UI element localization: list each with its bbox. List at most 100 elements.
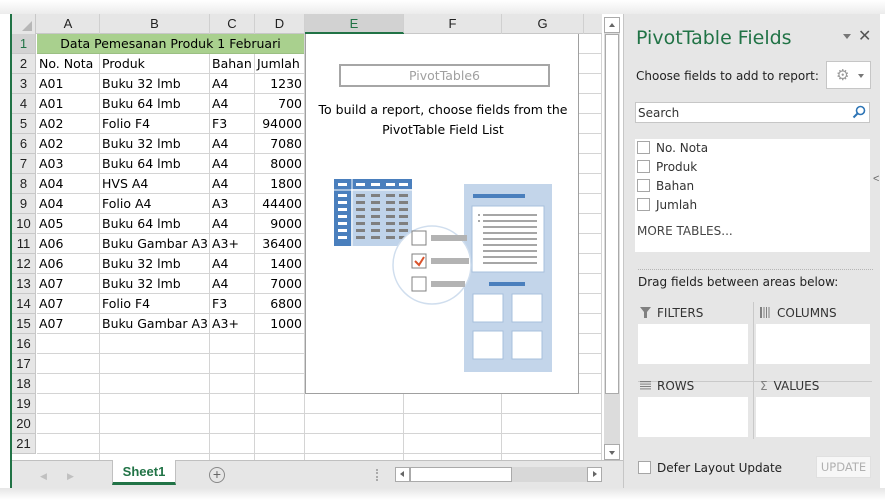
table-cell[interactable]: Folio F4: [100, 294, 209, 314]
table-cell[interactable]: 1400: [255, 254, 304, 274]
table-cell[interactable]: 36400: [255, 234, 304, 254]
row-header-13[interactable]: 13: [12, 274, 36, 294]
row-header-8[interactable]: 8: [12, 174, 36, 194]
table-cell[interactable]: A4: [210, 274, 254, 294]
column-header-f[interactable]: F: [404, 14, 502, 34]
row-header-14[interactable]: 14: [12, 294, 36, 314]
column-header-e[interactable]: E: [305, 14, 404, 34]
sheet-tab-sheet1[interactable]: Sheet1: [112, 460, 176, 485]
row-header-18[interactable]: 18: [12, 374, 36, 394]
column-header-a[interactable]: A: [37, 14, 100, 34]
table-cell[interactable]: 7000: [255, 274, 304, 294]
table-cell[interactable]: A3+: [210, 234, 254, 254]
defer-layout-checkbox[interactable]: [638, 461, 651, 474]
table-cell[interactable]: Buku Gambar A3: [100, 234, 209, 254]
row-header-16[interactable]: 16: [12, 334, 36, 354]
table-cell[interactable]: 700: [255, 94, 304, 114]
table-cell[interactable]: A3: [210, 194, 254, 214]
field-checkbox[interactable]: [637, 198, 650, 211]
scroll-up-button[interactable]: [604, 17, 620, 33]
field-checkbox[interactable]: [637, 160, 650, 173]
header-cell[interactable]: Bahan: [210, 54, 254, 74]
field-item-jumlah[interactable]: Jumlah: [637, 196, 697, 214]
row-header-10[interactable]: 10: [12, 214, 36, 234]
field-checkbox[interactable]: [637, 141, 650, 154]
filters-drop-area[interactable]: [638, 324, 748, 364]
table-cell[interactable]: A06: [37, 234, 99, 254]
row-header-12[interactable]: 12: [12, 254, 36, 274]
next-sheet-icon[interactable]: ▶: [67, 471, 74, 482]
row-header-1[interactable]: 1: [12, 34, 36, 54]
table-cell[interactable]: F3: [210, 114, 254, 134]
table-cell[interactable]: A04: [37, 194, 99, 214]
table-cell[interactable]: Buku Gambar A3: [100, 314, 209, 334]
search-icon[interactable]: [852, 105, 866, 119]
table-cell[interactable]: A4: [210, 134, 254, 154]
table-cell[interactable]: A06: [37, 254, 99, 274]
table-cell[interactable]: 7080: [255, 134, 304, 154]
field-item-produk[interactable]: Produk: [637, 158, 697, 176]
table-cell[interactable]: A4: [210, 154, 254, 174]
table-cell[interactable]: A07: [37, 294, 99, 314]
column-header-g[interactable]: G: [502, 14, 584, 34]
row-header-19[interactable]: 19: [12, 394, 36, 414]
add-sheet-button[interactable]: +: [209, 467, 225, 483]
scroll-left-button[interactable]: [395, 467, 410, 482]
table-cell[interactable]: A02: [37, 134, 99, 154]
table-cell[interactable]: A4: [210, 254, 254, 274]
prev-sheet-icon[interactable]: ◀: [40, 471, 47, 482]
column-header-b[interactable]: B: [100, 14, 210, 34]
row-header-6[interactable]: 6: [12, 134, 36, 154]
row-header-2[interactable]: 2: [12, 54, 36, 74]
horizontal-scroll-thumb[interactable]: [410, 467, 512, 482]
table-cell[interactable]: A07: [37, 314, 99, 334]
table-cell[interactable]: Buku 32 lmb: [100, 74, 209, 94]
table-cell[interactable]: 8000: [255, 154, 304, 174]
table-cell[interactable]: Buku 32 lmb: [100, 274, 209, 294]
table-cell[interactable]: F3: [210, 294, 254, 314]
table-cell[interactable]: A07: [37, 274, 99, 294]
field-item-bahan[interactable]: Bahan: [637, 177, 694, 195]
table-cell[interactable]: A05: [37, 214, 99, 234]
table-cell[interactable]: 9000: [255, 214, 304, 234]
table-cell[interactable]: 1800: [255, 174, 304, 194]
table-cell[interactable]: A4: [210, 174, 254, 194]
collapse-pane-icon[interactable]: <: [873, 173, 879, 185]
row-header-15[interactable]: 15: [12, 314, 36, 334]
columns-drop-area[interactable]: [756, 324, 870, 364]
table-cell[interactable]: A02: [37, 114, 99, 134]
table-cell[interactable]: Buku 64 lmb: [100, 154, 209, 174]
more-tables-link[interactable]: MORE TABLES...: [637, 224, 733, 238]
table-cell[interactable]: A4: [210, 214, 254, 234]
update-button[interactable]: UPDATE: [816, 456, 871, 478]
table-cell[interactable]: A03: [37, 154, 99, 174]
table-cell[interactable]: Folio F4: [100, 114, 209, 134]
row-header-11[interactable]: 11: [12, 234, 36, 254]
tools-button[interactable]: ⚙: [826, 61, 871, 89]
table-cell[interactable]: 1000: [255, 314, 304, 334]
row-header-7[interactable]: 7: [12, 154, 36, 174]
table-cell[interactable]: 6800: [255, 294, 304, 314]
row-header-20[interactable]: 20: [12, 414, 36, 434]
tab-splitter-handle[interactable]: [376, 469, 378, 481]
row-header-21[interactable]: 21: [12, 434, 36, 454]
row-header-3[interactable]: 3: [12, 74, 36, 94]
table-cell[interactable]: Buku 32 lmb: [100, 254, 209, 274]
select-all-corner[interactable]: [12, 14, 36, 34]
header-cell[interactable]: Jumlah: [255, 54, 304, 74]
table-cell[interactable]: A3+: [210, 314, 254, 334]
table-cell[interactable]: 44400: [255, 194, 304, 214]
table-cell[interactable]: A4: [210, 74, 254, 94]
table-cell[interactable]: A4: [210, 94, 254, 114]
vertical-scrollbar[interactable]: [604, 17, 620, 460]
rows-drop-area[interactable]: [638, 397, 748, 437]
pivot-table-placeholder[interactable]: PivotTable6 To build a report, choose fi…: [305, 34, 579, 394]
header-cell[interactable]: Produk: [100, 54, 209, 74]
table-cell[interactable]: A04: [37, 174, 99, 194]
header-cell[interactable]: No. Nota: [37, 54, 99, 74]
field-checkbox[interactable]: [637, 179, 650, 192]
column-header-d[interactable]: D: [255, 14, 305, 34]
table-cell[interactable]: Buku 64 lmb: [100, 214, 209, 234]
horizontal-scrollbar[interactable]: [395, 467, 602, 482]
close-icon[interactable]: ✕: [858, 26, 871, 46]
